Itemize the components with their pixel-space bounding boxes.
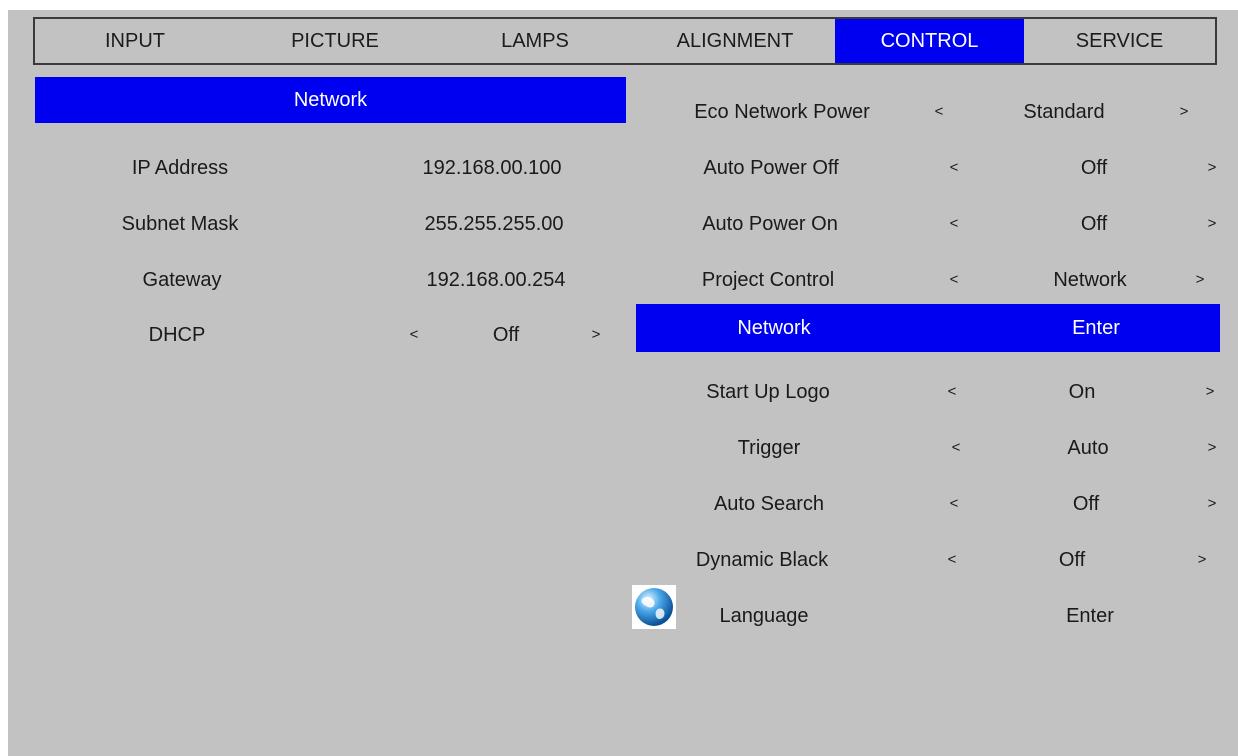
start-up-logo-right-arrow[interactable]: > <box>1206 372 1215 412</box>
project-control-value: Network <box>1053 269 1127 291</box>
dhcp-row[interactable]: DHCP < Off > <box>0 315 630 355</box>
start-up-logo-row[interactable]: Start Up Logo < On > <box>636 372 1236 412</box>
auto-power-off-value: Off <box>1080 157 1108 179</box>
eco-network-power-left-arrow[interactable]: < <box>935 92 944 132</box>
gateway-value[interactable]: 192.168.00.254 <box>426 260 565 300</box>
auto-power-on-label: Auto Power On <box>702 213 838 235</box>
auto-power-off-label: Auto Power Off <box>703 157 839 179</box>
gateway-label: Gateway <box>142 269 222 291</box>
trigger-value: Auto <box>1067 437 1109 459</box>
eco-network-power-right-arrow[interactable]: > <box>1180 92 1189 132</box>
eco-network-power-label: Eco Network Power <box>694 101 870 123</box>
auto-search-label: Auto Search <box>713 493 825 515</box>
eco-network-power-row[interactable]: Eco Network Power < Standard > <box>636 92 1236 132</box>
language-row[interactable]: Language Enter <box>636 596 1236 636</box>
menu-tab-bar: INPUT PICTURE LAMPS ALIGNMENT CONTROL SE… <box>33 17 1217 65</box>
auto-power-on-right-arrow[interactable]: > <box>1208 204 1217 244</box>
network-label: Network <box>737 317 811 339</box>
trigger-right-arrow[interactable]: > <box>1208 428 1217 468</box>
auto-search-right-arrow[interactable]: > <box>1208 484 1217 524</box>
ip-address-value[interactable]: 192.168.00.100 <box>422 148 561 188</box>
dhcp-label: DHCP <box>148 324 206 346</box>
network-enter-button[interactable]: Enter <box>1072 308 1120 348</box>
trigger-label: Trigger <box>737 437 801 459</box>
subnet-mask-value[interactable]: 255.255.255.00 <box>424 204 563 244</box>
language-label: Language <box>719 605 809 627</box>
start-up-logo-label: Start Up Logo <box>706 381 830 403</box>
network-panel-header: Network <box>35 77 626 123</box>
dhcp-value: Off <box>492 324 520 346</box>
language-enter-button[interactable]: Enter <box>1066 596 1114 636</box>
auto-search-row[interactable]: Auto Search < Off > <box>636 484 1236 524</box>
auto-power-on-value: Off <box>1080 213 1108 235</box>
auto-search-left-arrow[interactable]: < <box>950 484 959 524</box>
tab-lamps[interactable]: LAMPS <box>435 19 635 63</box>
project-control-row[interactable]: Project Control < Network > <box>636 260 1236 300</box>
project-control-right-arrow[interactable]: > <box>1196 260 1205 300</box>
auto-power-on-row[interactable]: Auto Power On < Off > <box>636 204 1236 244</box>
tab-service[interactable]: SERVICE <box>1024 19 1215 63</box>
tab-input[interactable]: INPUT <box>35 19 235 63</box>
tab-alignment[interactable]: ALIGNMENT <box>635 19 835 63</box>
network-row[interactable]: Network Enter <box>636 308 1236 348</box>
dynamic-black-row[interactable]: Dynamic Black < Off > <box>636 540 1236 580</box>
dhcp-left-arrow[interactable]: < <box>410 315 419 355</box>
gateway-row[interactable]: Gateway 192.168.00.254 <box>0 260 630 300</box>
start-up-logo-left-arrow[interactable]: < <box>948 372 957 412</box>
dynamic-black-left-arrow[interactable]: < <box>948 540 957 580</box>
auto-search-value: Off <box>1072 493 1100 515</box>
auto-power-on-left-arrow[interactable]: < <box>950 204 959 244</box>
subnet-mask-row[interactable]: Subnet Mask 255.255.255.00 <box>0 204 630 244</box>
trigger-left-arrow[interactable]: < <box>952 428 961 468</box>
project-control-left-arrow[interactable]: < <box>950 260 959 300</box>
ip-address-label: IP Address <box>131 157 229 179</box>
dynamic-black-right-arrow[interactable]: > <box>1198 540 1207 580</box>
tab-control[interactable]: CONTROL <box>835 19 1024 63</box>
subnet-mask-label: Subnet Mask <box>121 213 239 235</box>
eco-network-power-value: Standard <box>1023 101 1105 123</box>
dhcp-right-arrow[interactable]: > <box>592 315 601 355</box>
dynamic-black-value: Off <box>1058 549 1086 571</box>
start-up-logo-value: On <box>1068 381 1096 403</box>
dynamic-black-label: Dynamic Black <box>695 549 829 571</box>
ip-address-row[interactable]: IP Address 192.168.00.100 <box>0 148 630 188</box>
tab-picture[interactable]: PICTURE <box>235 19 435 63</box>
trigger-row[interactable]: Trigger < Auto > <box>636 428 1236 468</box>
auto-power-off-right-arrow[interactable]: > <box>1208 148 1217 188</box>
auto-power-off-row[interactable]: Auto Power Off < Off > <box>636 148 1236 188</box>
project-control-label: Project Control <box>701 269 835 291</box>
auto-power-off-left-arrow[interactable]: < <box>950 148 959 188</box>
